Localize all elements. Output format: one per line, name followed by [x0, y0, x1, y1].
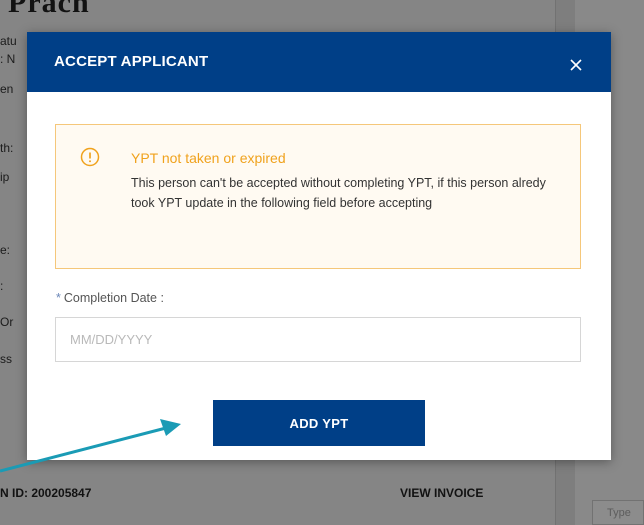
completion-date-input[interactable]	[55, 317, 581, 362]
close-icon[interactable]	[568, 57, 584, 73]
modal-title: ACCEPT APPLICANT	[54, 53, 209, 70]
add-ypt-button[interactable]: ADD YPT	[213, 400, 425, 446]
accept-applicant-modal: ACCEPT APPLICANT YPT not taken or expire…	[27, 32, 611, 460]
required-marker: *	[56, 291, 61, 305]
ypt-warning-alert: YPT not taken or expired This person can…	[55, 124, 581, 269]
warning-circle-icon	[80, 147, 100, 167]
completion-date-label-text: Completion Date :	[63, 291, 164, 305]
alert-message: This person can't be accepted without co…	[131, 176, 546, 210]
completion-date-label: * Completion Date :	[56, 291, 164, 305]
modal-header: ACCEPT APPLICANT	[27, 32, 611, 92]
alert-heading: YPT not taken or expired	[131, 150, 286, 166]
